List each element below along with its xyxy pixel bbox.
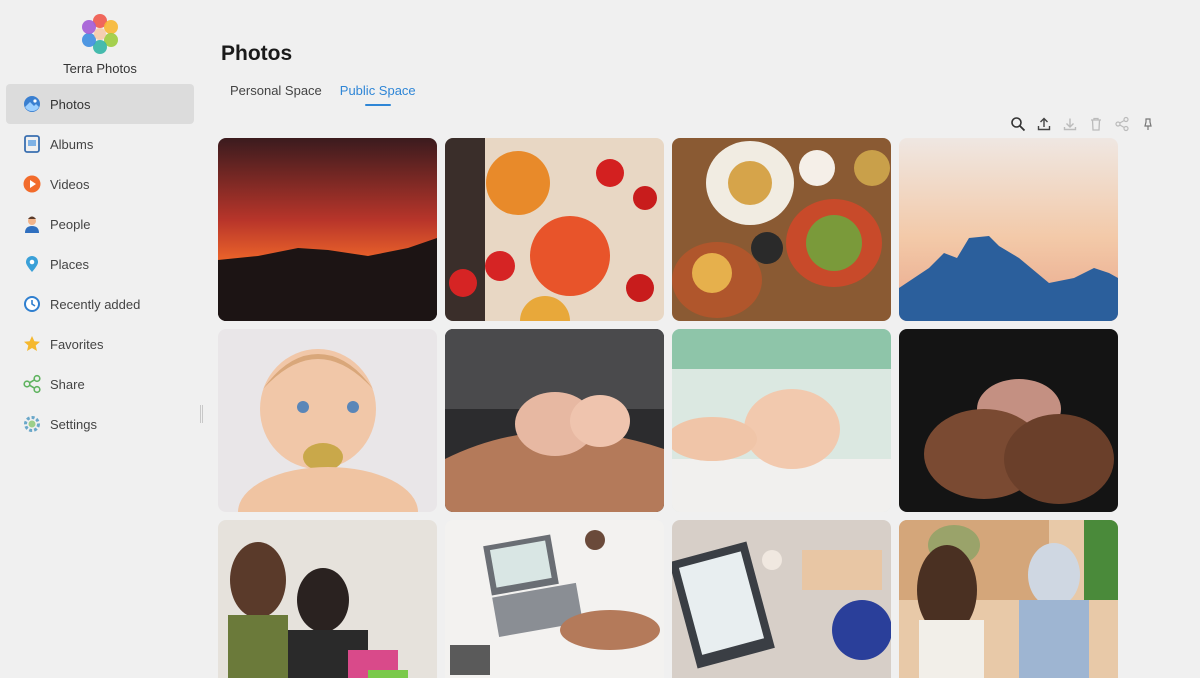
photo-thumbnail-baby-feet[interactable] bbox=[445, 329, 664, 512]
search-icon[interactable] bbox=[1010, 116, 1026, 132]
delete-icon[interactable] bbox=[1088, 116, 1104, 132]
upload-icon[interactable] bbox=[1036, 116, 1052, 132]
places-icon bbox=[22, 254, 42, 274]
sidebar: Terra Photos Photos Albums Videos People… bbox=[0, 0, 200, 678]
app-logo bbox=[79, 13, 121, 55]
star-icon bbox=[22, 334, 42, 354]
recent-icon bbox=[22, 294, 42, 314]
photo-thumbnail-tomatoes[interactable] bbox=[445, 138, 664, 321]
albums-icon bbox=[22, 134, 42, 154]
sidebar-item-share[interactable]: Share bbox=[6, 364, 194, 404]
photo-thumbnail-food-table[interactable] bbox=[672, 138, 891, 321]
download-icon[interactable] bbox=[1062, 116, 1078, 132]
photo-thumbnail-baby-lying[interactable] bbox=[672, 329, 891, 512]
people-icon bbox=[22, 214, 42, 234]
sidebar-item-albums[interactable]: Albums bbox=[6, 124, 194, 164]
page-title: Photos bbox=[221, 42, 293, 65]
sidebar-item-label: Videos bbox=[50, 176, 90, 192]
sidebar-item-photos[interactable]: Photos bbox=[6, 84, 194, 124]
sidebar-item-label: Places bbox=[50, 256, 90, 272]
photo-thumbnail-tablet-work[interactable] bbox=[672, 520, 891, 678]
sidebar-item-recently-added[interactable]: Recently added bbox=[6, 284, 194, 324]
sidebar-item-label: Share bbox=[50, 376, 85, 392]
photo-thumbnail-newborn-hands[interactable] bbox=[899, 329, 1118, 512]
sidebar-item-label: Settings bbox=[50, 416, 97, 432]
videos-icon bbox=[22, 174, 42, 194]
sidebar-nav: Photos Albums Videos People Places Recen… bbox=[6, 84, 194, 444]
sidebar-item-label: Recently added bbox=[50, 296, 141, 312]
photo-thumbnail-mountain-dusk[interactable] bbox=[899, 138, 1118, 321]
photo-grid bbox=[218, 138, 1120, 678]
tab-personal-space[interactable]: Personal Space bbox=[230, 83, 322, 106]
sidebar-resize-handle[interactable] bbox=[200, 405, 204, 423]
photo-thumbnail-baby-eating[interactable] bbox=[218, 329, 437, 512]
photo-thumbnail-women-shopping[interactable] bbox=[218, 520, 437, 678]
photo-thumbnail-sunset[interactable] bbox=[218, 138, 437, 321]
sidebar-item-label: Photos bbox=[50, 96, 91, 112]
photos-icon bbox=[22, 94, 42, 114]
app-name: Terra Photos bbox=[63, 61, 137, 76]
photo-toolbar bbox=[1010, 116, 1156, 132]
app-window: Terra Photos Photos Albums Videos People… bbox=[0, 0, 1200, 678]
space-tabs: Personal Space Public Space bbox=[230, 83, 416, 106]
sidebar-item-label: Favorites bbox=[50, 336, 104, 352]
photo-thumbnail-laptop-desk[interactable] bbox=[445, 520, 664, 678]
sidebar-item-places[interactable]: Places bbox=[6, 244, 194, 284]
tab-public-space[interactable]: Public Space bbox=[340, 83, 416, 106]
share-icon[interactable] bbox=[1114, 116, 1130, 132]
gear-icon bbox=[22, 414, 42, 434]
pin-icon[interactable] bbox=[1140, 116, 1156, 132]
sidebar-item-favorites[interactable]: Favorites bbox=[6, 324, 194, 364]
share-icon bbox=[22, 374, 42, 394]
sidebar-item-videos[interactable]: Videos bbox=[6, 164, 194, 204]
sidebar-item-settings[interactable]: Settings bbox=[6, 404, 194, 444]
sidebar-item-people[interactable]: People bbox=[6, 204, 194, 244]
sidebar-item-label: Albums bbox=[50, 136, 94, 152]
sidebar-item-label: People bbox=[50, 216, 91, 232]
photo-thumbnail-friends-talking[interactable] bbox=[899, 520, 1118, 678]
